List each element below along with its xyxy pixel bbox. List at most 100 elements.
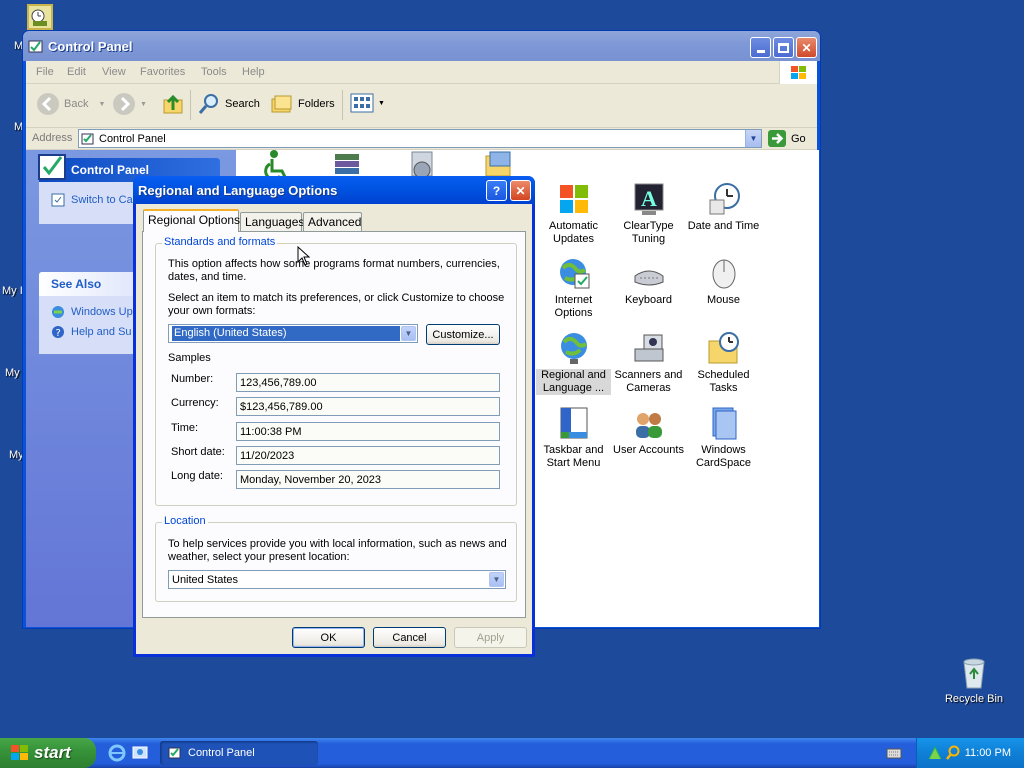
apply-button[interactable]: Apply [454,627,527,648]
desktop-label[interactable]: M [14,121,22,133]
dialog-close-button[interactable]: ✕ [510,180,531,201]
sample-number-label: Number: [171,373,214,385]
cp-item-cleartype[interactable]: A ClearType Tuning [611,180,686,246]
cp-item-internet-options[interactable]: Internet Options [536,254,611,320]
menu-view[interactable]: View [102,66,126,78]
mouse-icon [712,259,735,289]
recycle-bin-label: Recycle Bin [944,693,1004,705]
go-button[interactable]: Go [768,130,806,147]
toolbar-separator [190,90,191,120]
internet-explorer-icon[interactable] [108,744,126,762]
cp-item-keyboard[interactable]: Keyboard [611,254,686,307]
desktop-label[interactable]: My I [2,285,22,297]
format-dropdown-button[interactable]: ▼ [401,326,416,341]
cp-item-scheduled-tasks[interactable]: Scheduled Tasks [686,329,761,395]
see-also-title: See Also [51,277,102,291]
menu-bar: File Edit View Favorites Tools Help [26,61,817,84]
standards-formats-group: Standards and formats This option affect… [155,236,517,506]
start-button[interactable]: start [0,738,96,768]
show-desktop-icon[interactable] [131,744,149,762]
dialog-titlebar[interactable]: Regional and Language Options ? ✕ [133,176,535,204]
cp-item-regional-language[interactable]: Regional and Language ... [536,329,611,395]
folder-up-icon [163,94,183,114]
user-accounts-icon [635,413,662,438]
location-select[interactable]: United States ▼ [168,570,506,589]
clock-icon [709,183,740,215]
address-dropdown-button[interactable]: ▼ [745,130,761,147]
up-button[interactable] [162,92,184,116]
control-panel-large-icon [38,154,66,180]
views-button[interactable]: ▼ [350,92,385,114]
keyboard-tray-icon[interactable] [886,747,902,759]
sample-time-label: Time: [171,422,199,434]
standards-formats-title: Standards and formats [162,236,278,248]
desktop-label[interactable]: My [9,449,22,461]
minimize-button[interactable] [750,37,771,58]
views-dropdown-icon: ▼ [378,99,385,107]
cp-item-taskbar-start-menu[interactable]: Taskbar and Start Menu [536,404,611,470]
desktop-label[interactable]: My [5,367,22,379]
cancel-button[interactable]: Cancel [373,627,446,648]
address-input[interactable]: Control Panel ▼ [78,129,762,148]
dialog-title: Regional and Language Options [138,183,338,198]
cp-item-label: Windows CardSpace [695,444,752,469]
cp-item-scanners-cameras[interactable]: Scanners and Cameras [611,329,686,395]
toolbar-separator [342,90,343,120]
forward-button[interactable]: ▼ [112,92,147,116]
forward-dropdown-icon: ▼ [140,100,147,108]
location-dropdown-button[interactable]: ▼ [489,572,504,587]
tab-advanced[interactable]: Advanced [303,212,362,231]
mouse-cursor-icon [297,246,311,266]
folders-button[interactable]: Folders [270,92,335,116]
ok-button[interactable]: OK [292,627,365,648]
cp-item-mouse[interactable]: Mouse [686,254,761,307]
menu-file[interactable]: File [36,66,54,78]
search-button[interactable]: Search [197,92,260,116]
standards-description: This option affects how some programs fo… [168,258,500,283]
recycle-bin[interactable]: Recycle Bin [940,656,1008,705]
customize-button[interactable]: Customize... [426,324,500,345]
cp-item-label: Date and Time [687,220,760,232]
sample-currency-field: $123,456,789.00 [236,397,500,416]
scheduled-tasks-icon [708,332,739,364]
menu-favorites[interactable]: Favorites [140,66,185,78]
search-tray-icon[interactable] [945,745,961,761]
help-button[interactable]: ? [486,180,507,201]
menu-help[interactable]: Help [242,66,265,78]
menu-tools[interactable]: Tools [201,66,227,78]
tab-regional-options[interactable]: Regional Options [143,209,240,232]
maximize-button[interactable] [773,37,794,58]
regional-options-page: Standards and formats This option affect… [142,231,526,618]
sample-short-date-field: 11/20/2023 [236,446,500,465]
switch-view-icon [51,193,65,207]
tab-languages[interactable]: Languages [240,212,304,231]
desktop-label[interactable]: M [14,40,22,52]
cp-item-user-accounts[interactable]: User Accounts [611,404,686,457]
regional-language-dialog: Regional and Language Options ? ✕ Region… [133,176,535,657]
close-icon: ✕ [515,183,526,198]
cp-item-windows-cardspace[interactable]: Windows CardSpace [686,404,761,470]
chevron-down-icon: ▼ [749,134,758,143]
back-button[interactable]: Back ▼ [36,92,105,116]
system-tray: 11:00 PM [916,738,1024,768]
go-arrow-icon [768,130,786,147]
format-select[interactable]: English (United States) ▼ [168,324,418,343]
clock[interactable]: 11:00 PM [965,747,1011,759]
back-dropdown-icon: ▼ [98,100,106,108]
close-button[interactable]: ✕ [796,37,817,58]
cp-item-automatic-updates[interactable]: Automatic Updates [536,180,611,246]
location-description: To help services provide you with local … [168,538,507,563]
keyboard-icon [634,270,663,286]
folders-icon [271,95,292,113]
network-tray-icon[interactable] [927,745,943,761]
windows-logo-icon [11,745,28,760]
cp-item-date-time[interactable]: Date and Time [686,180,761,233]
forward-arrow-icon [113,93,135,115]
taskbar-item-control-panel[interactable]: Control Panel [160,741,318,765]
select-description: Select an item to match its preferences,… [168,292,505,317]
menu-edit[interactable]: Edit [67,66,86,78]
scanner-camera-icon [634,334,663,362]
desktop-shortcut-icon[interactable] [27,4,53,30]
control-panel-titlebar[interactable]: Control Panel ✕ [23,31,820,61]
cp-item-label: Internet Options [554,294,593,319]
